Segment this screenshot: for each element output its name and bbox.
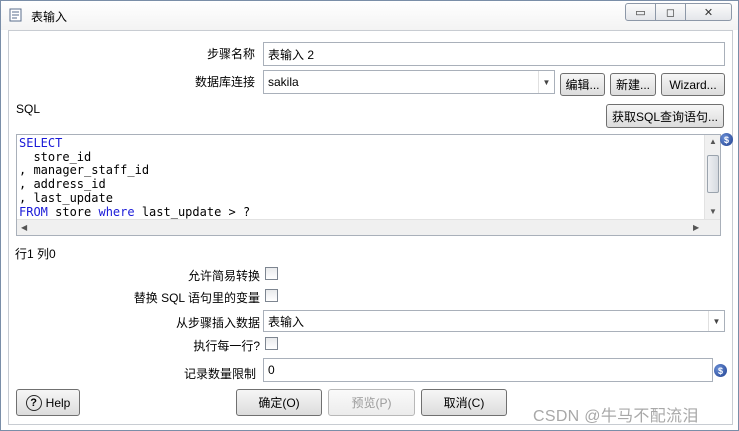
minimize-icon: ▭ xyxy=(635,6,646,19)
scroll-up-icon[interactable]: ▲ xyxy=(709,137,717,146)
insert-from-step-label: 从步骤插入数据 xyxy=(175,316,260,330)
lazy-conversion-checkbox[interactable] xyxy=(265,267,278,280)
get-sql-button[interactable]: 获取SQL查询语句... xyxy=(606,104,724,128)
title-bar[interactable]: 表输入 ▭ ◻ ✕ xyxy=(1,1,738,30)
sql-line-5: , last_update xyxy=(19,190,113,205)
scroll-right-icon[interactable]: ▶ xyxy=(693,223,699,232)
limit-value: 0 xyxy=(268,363,275,377)
sql-label: SQL xyxy=(16,102,41,116)
window-title: 表输入 xyxy=(31,10,68,24)
minimize-button[interactable]: ▭ xyxy=(625,3,656,21)
sql-keyword-from: FROM xyxy=(19,204,48,219)
scroll-down-icon[interactable]: ▼ xyxy=(709,207,717,216)
limit-label: 记录数量限制 xyxy=(183,367,256,381)
dialog-window: 表输入 ▭ ◻ ✕ 步骤名称 表输入 2 数据库连接 sakila ▼ 编辑..… xyxy=(0,0,739,431)
cursor-position: 行1 列0 xyxy=(15,247,56,261)
step-name-input[interactable]: 表输入 2 xyxy=(263,42,725,66)
db-connection-select[interactable]: sakila ▼ xyxy=(263,70,555,94)
ok-button[interactable]: 确定(O) xyxy=(236,389,322,416)
insert-from-step-value: 表输入 xyxy=(268,314,305,329)
chevron-down-icon[interactable]: ▼ xyxy=(538,71,554,93)
sql-vertical-scrollbar[interactable]: ▲ ▼ xyxy=(704,135,720,221)
chevron-down-icon[interactable]: ▼ xyxy=(708,311,724,331)
sql-horizontal-scrollbar[interactable]: ◀ ▶ xyxy=(17,219,720,235)
help-button-label: Help xyxy=(45,395,71,410)
sql-editor[interactable]: SELECT store_id , manager_staff_id , add… xyxy=(16,134,721,236)
sql-keyword-select: SELECT xyxy=(19,136,63,150)
edit-connection-button[interactable]: 编辑... xyxy=(560,73,605,96)
db-connection-value: sakila xyxy=(268,75,299,89)
cancel-button[interactable]: 取消(C) xyxy=(421,389,507,416)
window-controls: ▭ ◻ ✕ xyxy=(625,3,734,21)
new-connection-button[interactable]: 新建... xyxy=(610,73,656,96)
step-name-value: 表输入 2 xyxy=(268,47,315,62)
sql-variable-icon: $ xyxy=(720,133,733,146)
sql-code[interactable]: SELECT store_id , manager_staff_id , add… xyxy=(19,136,251,219)
step-name-label: 步骤名称 xyxy=(206,47,255,61)
sql-line-4: , address_id xyxy=(19,177,106,192)
preview-button[interactable]: 预览(P) xyxy=(328,389,415,416)
sql-keyword-where: where xyxy=(98,204,135,219)
watermark: CSDN @牛马不配流泪 xyxy=(533,408,699,425)
execute-each-row-checkbox[interactable] xyxy=(265,337,278,350)
table-input-icon xyxy=(9,8,22,22)
lazy-conversion-label: 允许简易转换 xyxy=(187,269,260,283)
sql-line-2: store_id xyxy=(19,149,92,164)
maximize-button[interactable]: ◻ xyxy=(656,3,686,21)
limit-input[interactable]: 0 xyxy=(263,358,713,382)
help-icon: ? xyxy=(25,394,42,411)
maximize-icon: ◻ xyxy=(665,6,676,19)
sql-line-6-condition: last_update > ? xyxy=(134,204,251,219)
sql-line-3: , manager_staff_id xyxy=(19,163,150,178)
insert-from-step-select[interactable]: 表输入 ▼ xyxy=(263,310,725,332)
close-icon: ✕ xyxy=(703,6,714,19)
replace-variables-label: 替换 SQL 语句里的变量 xyxy=(133,291,260,305)
scroll-left-icon[interactable]: ◀ xyxy=(21,223,27,232)
replace-variables-checkbox[interactable] xyxy=(265,289,278,302)
sql-vertical-scroll-thumb[interactable] xyxy=(707,155,719,193)
execute-each-row-label: 执行每一行? xyxy=(193,339,260,353)
dialog-body: 步骤名称 表输入 2 数据库连接 sakila ▼ 编辑... 新建... Wi… xyxy=(8,30,733,425)
db-connection-label: 数据库连接 xyxy=(194,75,255,89)
close-button[interactable]: ✕ xyxy=(686,3,732,21)
wizard-button[interactable]: Wizard... xyxy=(661,73,725,96)
limit-variable-icon: $ xyxy=(714,364,727,377)
help-button[interactable]: ? Help xyxy=(16,389,80,416)
sql-line-6-table: store xyxy=(47,204,99,219)
